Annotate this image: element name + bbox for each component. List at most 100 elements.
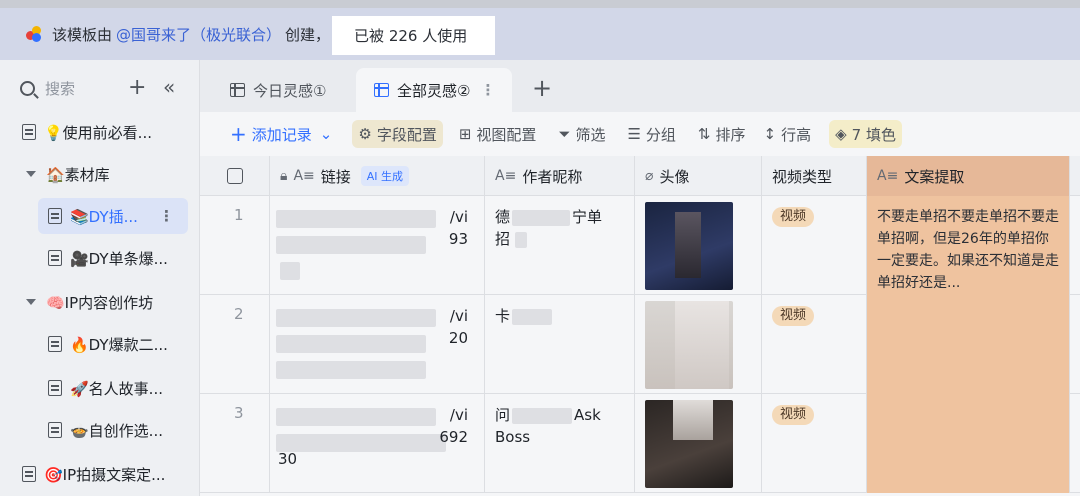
blurred-link	[280, 262, 300, 280]
row-index: 2	[200, 295, 270, 394]
header-link[interactable]: 🔒︎ A≡ 链接 AI 生成	[270, 156, 485, 196]
select-all-cell[interactable]	[200, 156, 270, 196]
author-text: 宁单	[572, 208, 603, 226]
row-height-label: 行高	[781, 125, 812, 144]
link-text: 93	[448, 230, 468, 248]
header-label: 视频类型	[772, 167, 833, 186]
link-text: /vi	[449, 208, 468, 226]
avatar-cell[interactable]	[635, 196, 762, 295]
header-copy-extract[interactable]: A≡ 文案提取	[867, 156, 1070, 196]
header-label: 头像	[659, 167, 690, 186]
table-row[interactable]: 3 /vi 692 30 问 Ask Boss 视频	[200, 394, 1080, 493]
view-config-icon: ⊞	[458, 125, 472, 143]
add-record-label: 添加记录	[251, 125, 312, 144]
link-cell[interactable]: /vi 692 30	[270, 394, 485, 493]
chevron-down-icon[interactable]	[26, 171, 36, 177]
sidebar-item-celebrity[interactable]: 🚀名人故事...	[0, 370, 200, 406]
author-cell[interactable]: 德 宁单 招	[485, 196, 635, 295]
header-label: 文案提取	[904, 167, 965, 186]
sidebar-item-dy-viral[interactable]: 🔥DY爆款二...	[0, 326, 200, 362]
tab-label: 全部灵感②	[397, 81, 471, 100]
view-config-button[interactable]: ⊞ 视图配置	[453, 120, 543, 148]
row-index: 3	[200, 394, 270, 493]
collapse-sidebar-icon[interactable]: «	[163, 76, 175, 98]
document-icon	[22, 466, 36, 482]
avatar-thumbnail[interactable]	[645, 202, 733, 290]
sidebar-item-self-created[interactable]: 🍲自创作选...	[0, 412, 200, 448]
blurred-link	[276, 434, 446, 452]
add-view-icon[interactable]: +	[532, 74, 552, 102]
sidebar-item-label: 🎥DY单条爆...	[70, 249, 168, 268]
author-text: 招	[495, 230, 511, 248]
group-button[interactable]: ☰ 分组	[621, 120, 681, 148]
search-input[interactable]: 搜索	[45, 78, 75, 99]
link-cell[interactable]: /vi 93	[270, 196, 485, 295]
table-header: 🔒︎ A≡ 链接 AI 生成 A≡ 作者昵称 ⌀ 头像 视频类型 A≡ 文案提取	[200, 156, 1080, 196]
text-field-icon: A≡	[293, 168, 315, 184]
header-avatar[interactable]: ⌀ 头像	[635, 156, 762, 196]
header-video-type[interactable]: 视频类型	[762, 156, 867, 196]
toolbar: + 添加记录 ⌄ ⚙ 字段配置 ⊞ 视图配置 ⏷ 筛选 ☰ 分组 ⇅ 排序 ↕ …	[200, 112, 1080, 156]
pixelated-figure	[673, 400, 713, 440]
tab-all[interactable]: 全部灵感② ⋮	[356, 68, 512, 112]
table-row[interactable]: 1 /vi 93 德 宁单 招 视频 不要走单招不要走单招不要走单招啊，但是26年…	[200, 196, 1080, 295]
checkbox[interactable]	[226, 168, 243, 184]
author-text: 问	[495, 406, 511, 424]
blurred-link	[276, 210, 436, 228]
video-type-cell[interactable]: 视频	[762, 295, 867, 394]
row-index: 1	[200, 196, 270, 295]
field-config-button[interactable]: ⚙ 字段配置	[352, 120, 443, 148]
sidebar-item-dy-single[interactable]: 🎥DY单条爆...	[0, 240, 200, 276]
sidebar-item-label: 🍲自创作选...	[70, 421, 163, 440]
copy-extract-cell[interactable]: 不要走单招不要走单招不要走单招啊，但是26年的单招你一定要走。如果还不知道是走单…	[867, 196, 1070, 295]
sidebar-item-guide[interactable]: 💡使用前必看...	[0, 114, 200, 150]
copy-extract-cell[interactable]	[867, 295, 1070, 394]
sidebar-folder-materials[interactable]: 🏠素材库	[0, 156, 200, 192]
author-text: 卡	[495, 307, 511, 325]
sidebar-item-ip-shoot[interactable]: 🎯IP拍摄文案定...	[0, 456, 200, 492]
sidebar-item-label: 💡使用前必看...	[44, 123, 152, 142]
avatar-cell[interactable]	[635, 394, 762, 493]
creator-link[interactable]: @国哥来了（极光联合）	[116, 24, 281, 45]
blurred-link	[276, 309, 436, 327]
sidebar-search[interactable]: 搜索 + «	[20, 76, 190, 100]
more-icon[interactable]: ⋮	[480, 81, 495, 99]
sort-button[interactable]: ⇅ 排序	[692, 120, 752, 148]
author-cell[interactable]: 问 Ask Boss	[485, 394, 635, 493]
avatar-thumbnail[interactable]	[645, 301, 733, 389]
avatar-cell[interactable]	[635, 295, 762, 394]
more-icon[interactable]: ⋮	[159, 207, 174, 225]
avatar-thumbnail[interactable]	[645, 400, 733, 488]
table-icon	[230, 83, 245, 97]
header-author[interactable]: A≡ 作者昵称	[485, 156, 635, 196]
add-record-button[interactable]: + 添加记录 ⌄	[224, 120, 338, 148]
video-type-cell[interactable]: 视频	[762, 394, 867, 493]
sidebar-folder-ip-workshop[interactable]: 🧠IP内容创作坊	[0, 284, 200, 320]
row-height-button[interactable]: ↕ 行高	[758, 120, 818, 148]
tab-today[interactable]: 今日灵感①	[218, 68, 356, 112]
blurred-link	[276, 335, 426, 353]
field-config-label: 字段配置	[376, 125, 437, 144]
header-label: 链接	[320, 167, 351, 186]
text-field-icon: A≡	[877, 168, 899, 184]
chevron-down-icon[interactable]	[26, 299, 36, 305]
link-text: 30	[278, 450, 298, 468]
filter-button[interactable]: ⏷ 筛选	[552, 120, 611, 148]
document-icon	[48, 380, 62, 396]
author-cell[interactable]: 卡	[485, 295, 635, 394]
fill-color-label: 7 填色	[851, 125, 896, 144]
fill-color-button[interactable]: ◈ 7 填色	[829, 120, 902, 148]
add-icon[interactable]: +	[128, 76, 146, 100]
video-type-tag: 视频	[772, 306, 815, 326]
table-row[interactable]: 2 /vi 20 卡 视频	[200, 295, 1080, 394]
link-cell[interactable]: /vi 20	[270, 295, 485, 394]
copy-extract-cell[interactable]	[867, 394, 1070, 493]
sidebar-item-dy-inserts[interactable]: 📚DY插... ⋮	[38, 198, 188, 234]
author-text: 德	[495, 208, 511, 226]
blurred-link	[276, 408, 436, 426]
chevron-down-icon[interactable]: ⌄	[320, 125, 333, 143]
group-label: 分组	[645, 125, 676, 144]
author-text: Ask	[574, 406, 601, 424]
video-type-cell[interactable]: 视频	[762, 196, 867, 295]
template-banner: 该模板由 @国哥来了（极光联合） 创建， 已被 226 人使用	[0, 8, 1080, 60]
